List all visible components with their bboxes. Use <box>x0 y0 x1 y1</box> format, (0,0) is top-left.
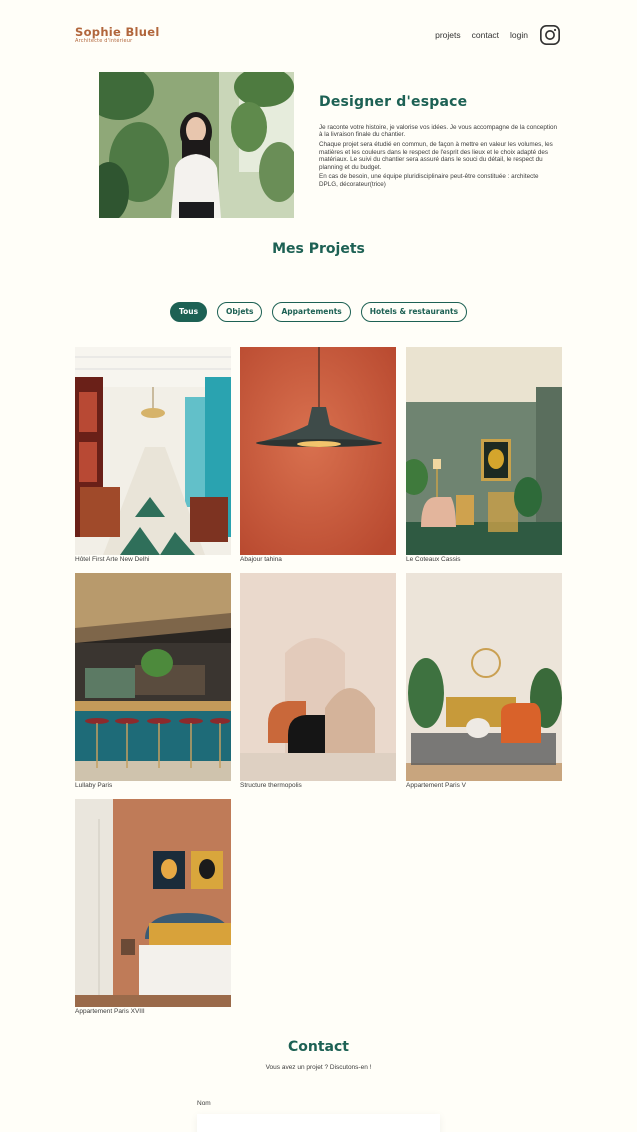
project-card[interactable]: Appartement Paris XVIII <box>75 799 231 1016</box>
project-caption: Hôtel First Arte New Delhi <box>75 556 150 563</box>
project-card[interactable]: Hôtel First Arte New Delhi <box>75 347 231 564</box>
project-filters: Tous Objets Appartements Hotels & restau… <box>0 302 637 322</box>
project-image[interactable] <box>75 347 231 555</box>
project-card[interactable]: Abajour tahina <box>240 347 396 564</box>
intro-text: Designer d'espace Je raconte votre histo… <box>319 94 559 191</box>
projects-title: Mes Projets <box>272 241 365 257</box>
name-input[interactable] <box>197 1114 440 1132</box>
nav-link-contact[interactable]: contact <box>472 30 499 40</box>
project-image[interactable] <box>406 347 562 555</box>
project-image[interactable] <box>240 573 396 781</box>
project-image[interactable] <box>240 347 396 555</box>
intro-title: Designer d'espace <box>319 94 468 110</box>
project-card[interactable]: Le Coteaux Cassis <box>406 347 562 564</box>
brand-name: Sophie Bluel <box>75 25 160 39</box>
project-image[interactable] <box>406 573 562 781</box>
filter-objets[interactable]: Objets <box>217 302 263 322</box>
filter-appartements[interactable]: Appartements <box>272 302 351 322</box>
project-image[interactable] <box>75 573 231 781</box>
project-caption: Le Coteaux Cassis <box>406 556 461 563</box>
contact-subtitle: Vous avez un projet ? Discutons-en ! <box>265 1064 372 1071</box>
intro-paragraph: En cas de besoin, une équipe pluridiscip… <box>319 173 539 188</box>
instagram-icon[interactable] <box>539 24 561 46</box>
designer-portrait-photo <box>99 72 294 218</box>
nav-link-login[interactable]: login <box>510 30 528 40</box>
project-card[interactable]: Lullaby Paris <box>75 573 231 790</box>
contact-title: Contact <box>288 1039 349 1055</box>
main-nav: projets contact login <box>424 22 561 48</box>
filter-tous[interactable]: Tous <box>169 302 208 322</box>
project-caption: Lullaby Paris <box>75 782 113 789</box>
nav-link-projets[interactable]: projets <box>435 30 461 40</box>
project-caption: Appartement Paris XVIII <box>75 1008 145 1015</box>
project-image[interactable] <box>75 799 231 1007</box>
filter-hotels-restaurants[interactable]: Hotels & restaurants <box>360 302 468 322</box>
intro-paragraph: Je raconte votre histoire, je valorise v… <box>319 124 558 139</box>
name-label: Nom <box>197 1100 211 1107</box>
brand-logo[interactable]: Sophie Bluel Architecte d'intérieur <box>75 26 160 44</box>
project-card[interactable]: Appartement Paris V <box>406 573 562 790</box>
project-caption: Structure thermopolis <box>240 782 302 789</box>
project-card[interactable]: Structure thermopolis <box>240 573 396 790</box>
project-caption: Appartement Paris V <box>406 782 466 789</box>
site-header: Sophie Bluel Architecte d'intérieur proj… <box>75 22 561 52</box>
project-caption: Abajour tahina <box>240 556 282 563</box>
intro-paragraph: Chaque projet sera étudié en commun, de … <box>319 141 553 171</box>
